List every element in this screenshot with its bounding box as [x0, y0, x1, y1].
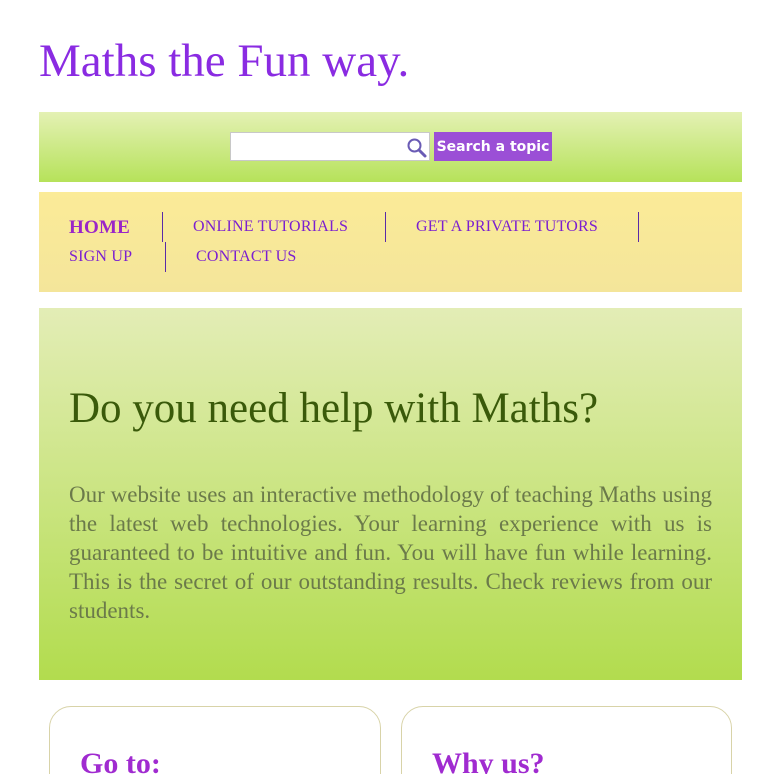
search-input[interactable] [231, 133, 401, 160]
card-go-to: Go to: [49, 706, 381, 774]
search-bar: Search a topic [39, 112, 742, 182]
hero-title: Do you need help with Maths? [69, 385, 599, 432]
nav-item-sign-up[interactable]: SIGN UP [69, 247, 132, 267]
hero-section: Do you need help with Maths? Our website… [39, 308, 742, 680]
nav-item-contact-us[interactable]: CONTACT US [196, 247, 296, 267]
nav-separator [165, 242, 166, 272]
nav-separator [162, 212, 163, 242]
search-button[interactable]: Search a topic [434, 132, 552, 161]
nav-separator [638, 212, 639, 242]
nav-item-online-tutorials[interactable]: ONLINE TUTORIALS [193, 217, 348, 237]
card-title: Why us? [432, 747, 545, 774]
hero-text: Our website uses an interactive methodol… [69, 482, 712, 623]
nav-separator [385, 212, 386, 242]
card-title: Go to: [80, 747, 161, 774]
nav-item-home[interactable]: HOME [69, 218, 130, 238]
nav-item-private-tutors[interactable]: GET A PRIVATE TUTORS [416, 217, 598, 237]
site-title: Maths the Fun way. [39, 35, 410, 87]
search-box [230, 132, 430, 161]
card-why-us: Why us? [401, 706, 732, 774]
main-nav: HOME ONLINE TUTORIALS GET A PRIVATE TUTO… [39, 192, 742, 292]
search-icon[interactable] [406, 137, 428, 159]
